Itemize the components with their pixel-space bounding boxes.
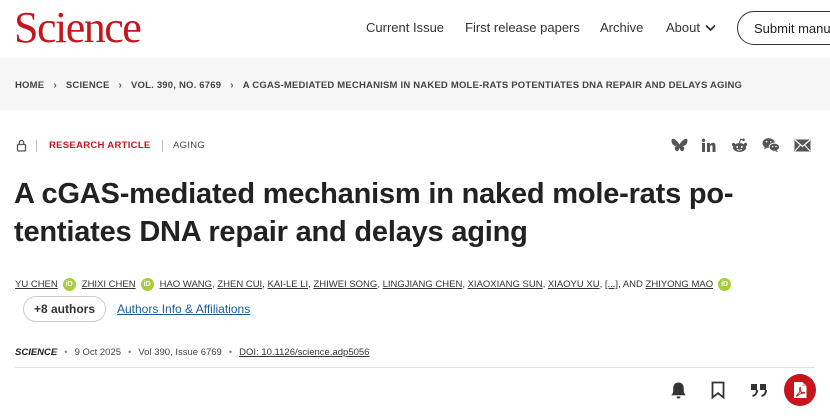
bell-icon[interactable] <box>667 379 689 401</box>
lock-icon <box>16 139 27 152</box>
chevron-down-icon <box>705 24 716 31</box>
bookmark-icon[interactable] <box>707 379 729 401</box>
orcid-icon[interactable]: iD <box>718 278 732 291</box>
linkedin-icon[interactable] <box>699 136 717 154</box>
article-title: A cGAS-mediated mechanism in naked mole-… <box>14 178 734 248</box>
breadcrumb-volume[interactable]: VOL. 390, NO. 6769 <box>131 80 221 91</box>
breadcrumb-band: HOME › SCIENCE › VOL. 390, NO. 6769 › A … <box>0 58 830 110</box>
divider <box>15 367 815 368</box>
author-link[interactable]: LINGJIANG CHEN <box>383 279 463 290</box>
more-authors-button[interactable]: +8 authors <box>23 296 106 322</box>
author-link[interactable]: ZHIYONG MAO <box>646 279 714 290</box>
chevron-right-icon: › <box>118 80 123 91</box>
author-link[interactable]: KAI-LE LI <box>267 279 308 290</box>
nav-current-issue[interactable]: Current Issue <box>366 20 444 35</box>
author-link[interactable]: ZHIXI CHEN <box>82 279 136 290</box>
pdf-icon <box>794 382 807 398</box>
reddit-icon[interactable] <box>730 136 748 154</box>
expand-authors-link[interactable]: [...] <box>605 279 618 290</box>
author-link[interactable]: YU CHEN <box>15 279 58 290</box>
publication-date: 9 Oct 2025 <box>74 347 122 358</box>
quote-icon[interactable] <box>748 379 770 401</box>
author-link[interactable]: ZHEN CUI <box>217 279 262 290</box>
divider <box>36 140 37 152</box>
chevron-right-icon: › <box>53 80 57 91</box>
nav-first-release[interactable]: First release papers <box>465 20 580 35</box>
orcid-icon[interactable]: iD <box>62 278 76 291</box>
nav-about[interactable]: About <box>666 20 716 35</box>
site-header: Science Current Issue First release pape… <box>0 0 830 58</box>
author-and: , AND <box>618 279 643 290</box>
author-link[interactable]: XIAOXIANG SUN <box>468 279 543 290</box>
pdf-download-button[interactable] <box>784 374 816 406</box>
nav-archive[interactable]: Archive <box>600 20 643 35</box>
article-subject[interactable]: AGING <box>173 140 205 151</box>
orcid-icon[interactable]: iD <box>140 278 154 291</box>
science-logo[interactable]: Science <box>14 6 142 50</box>
doi-link[interactable]: DOI: 10.1126/science.adp5056 <box>239 347 369 358</box>
publication-info: SCIENCE • 9 Oct 2025 • Vol 390, Issue 67… <box>15 347 370 358</box>
nav-about-label: About <box>666 20 700 35</box>
author-list: YU CHEN iD ZHIXI CHEN iD HAO WANG, ZHEN … <box>15 278 737 291</box>
email-icon[interactable] <box>793 136 811 154</box>
journal-name[interactable]: SCIENCE <box>15 347 57 358</box>
divider <box>162 140 163 152</box>
submit-manuscript-button[interactable]: Submit manus <box>737 11 830 45</box>
author-link[interactable]: XIAOYU XU <box>548 279 600 290</box>
article-type: RESEARCH ARTICLE <box>49 140 151 151</box>
author-link[interactable]: HAO WANG <box>160 279 212 290</box>
breadcrumb: HOME › SCIENCE › VOL. 390, NO. 6769 › A … <box>15 80 742 91</box>
breadcrumb-article: A CGAS-MEDIATED MECHANISM IN NAKED MOLE-… <box>242 80 743 91</box>
affiliations-link[interactable]: Authors Info & Affiliations <box>117 302 250 316</box>
breadcrumb-home[interactable]: HOME <box>15 80 44 91</box>
wechat-icon[interactable] <box>762 136 780 154</box>
breadcrumb-science[interactable]: SCIENCE <box>66 80 110 91</box>
issue-info[interactable]: Vol 390, Issue 6769 <box>138 347 221 358</box>
author-link[interactable]: ZHIWEI SONG <box>313 279 377 290</box>
chevron-right-icon: › <box>230 80 234 91</box>
bluesky-icon[interactable] <box>670 136 688 154</box>
